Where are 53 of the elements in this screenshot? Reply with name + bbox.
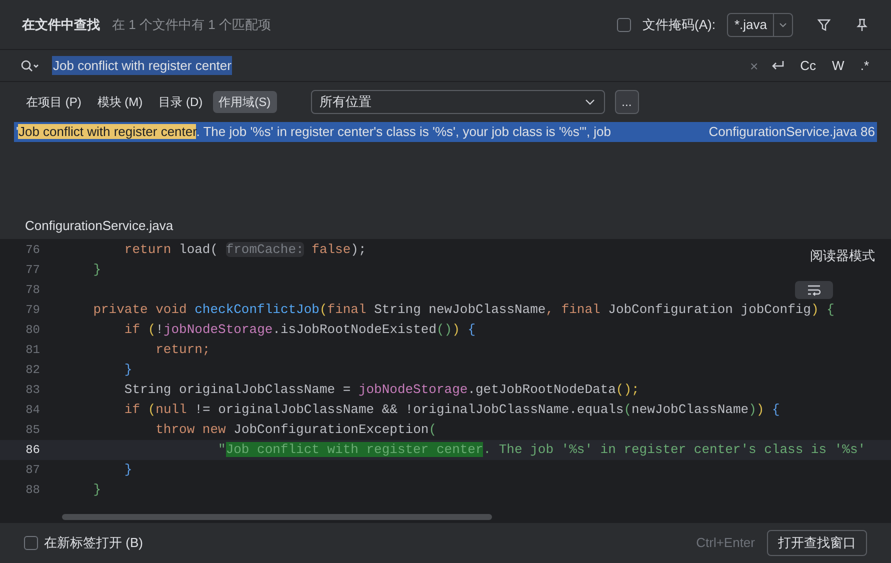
code-line: if (null != originalJobClassName && !originalJobClassName.equals(newJobClassName)) { — [123, 401, 780, 420]
line-number: 78 — [24, 282, 40, 299]
code-line: "Job conflict with register center. The job '%s' in register center's class is '%s' — [217, 441, 866, 460]
line-number: 87 — [24, 462, 40, 479]
code-line: throw new JobConfigurationException( — [154, 421, 436, 440]
code-line: } — [92, 261, 102, 280]
filter-icon[interactable] — [817, 18, 831, 32]
reader-mode-label[interactable]: 阅读器模式 — [810, 246, 875, 266]
scope-dropdown[interactable]: 所有位置 — [310, 90, 605, 114]
checkbox[interactable] — [616, 18, 631, 32]
result-location: ConfigurationService.java 86 — [708, 123, 875, 142]
code-line: private void checkConflictJob(final String newJobClassName, final JobConfiguration jobConfig) { — [92, 301, 834, 320]
pin-icon[interactable] — [855, 18, 869, 32]
match-summary: 在 1 个文件中有 1 个匹配项 — [112, 16, 271, 34]
line-number: 77 — [24, 262, 40, 279]
search-option-toggle[interactable]: .* — [858, 56, 871, 76]
search-icon[interactable] — [20, 58, 40, 72]
search-field[interactable]: Job conflict with register center — [52, 56, 738, 76]
line-number: 79 — [24, 302, 40, 319]
dialog-title: 在文件中查找 — [22, 16, 100, 34]
search-option-toggle[interactable]: Cc — [798, 56, 818, 76]
horizontal-scrollbar[interactable] — [62, 514, 492, 520]
code-line: return; — [154, 341, 210, 360]
code-line: } — [92, 481, 102, 500]
line-number: 82 — [24, 362, 40, 379]
preview-file-name: ConfigurationService.java — [25, 216, 174, 235]
file-mask-label: 文件掩码(A): — [642, 16, 716, 34]
line-number: 80 — [24, 322, 40, 339]
soft-wrap-button[interactable] — [795, 281, 833, 299]
scope-tab[interactable]: 目录 (D) — [152, 91, 209, 113]
scope-tab[interactable]: 在项目 (P) — [20, 91, 88, 113]
shortcut-hint: Ctrl+Enter — [696, 534, 755, 552]
checkbox[interactable] — [24, 536, 38, 550]
line-number: 76 — [24, 242, 40, 259]
open-find-window-button[interactable]: 打开查找窗口 — [767, 530, 867, 556]
line-number: 86 — [24, 442, 40, 459]
scope-tab[interactable]: 模块 (M) — [91, 91, 149, 113]
search-option-toggle[interactable]: W — [830, 56, 846, 76]
line-number: 88 — [24, 482, 40, 499]
line-number: 83 — [24, 382, 40, 399]
code-line: } — [123, 361, 132, 380]
line-number: 85 — [24, 422, 40, 439]
code-line: String originalJobClassName = jobNodeStorage.getJobRootNodeData(); — [123, 381, 640, 400]
soft-wrap-icon — [806, 283, 822, 297]
more-button[interactable]: ... — [614, 90, 639, 114]
scope-tab[interactable]: 作用域(S) — [212, 91, 277, 113]
code-line: return load( fromCache: false); — [123, 241, 366, 260]
code-line: if (!jobNodeStorage.isJobRootNodeExisted()) { — [123, 321, 476, 340]
line-number: 81 — [24, 342, 40, 359]
code-line: } — [123, 461, 132, 480]
line-number: 84 — [24, 402, 40, 419]
file-mask-combo[interactable]: *.java — [727, 12, 793, 36]
new-tab-label: 在新标签打开 (B) — [44, 534, 143, 552]
